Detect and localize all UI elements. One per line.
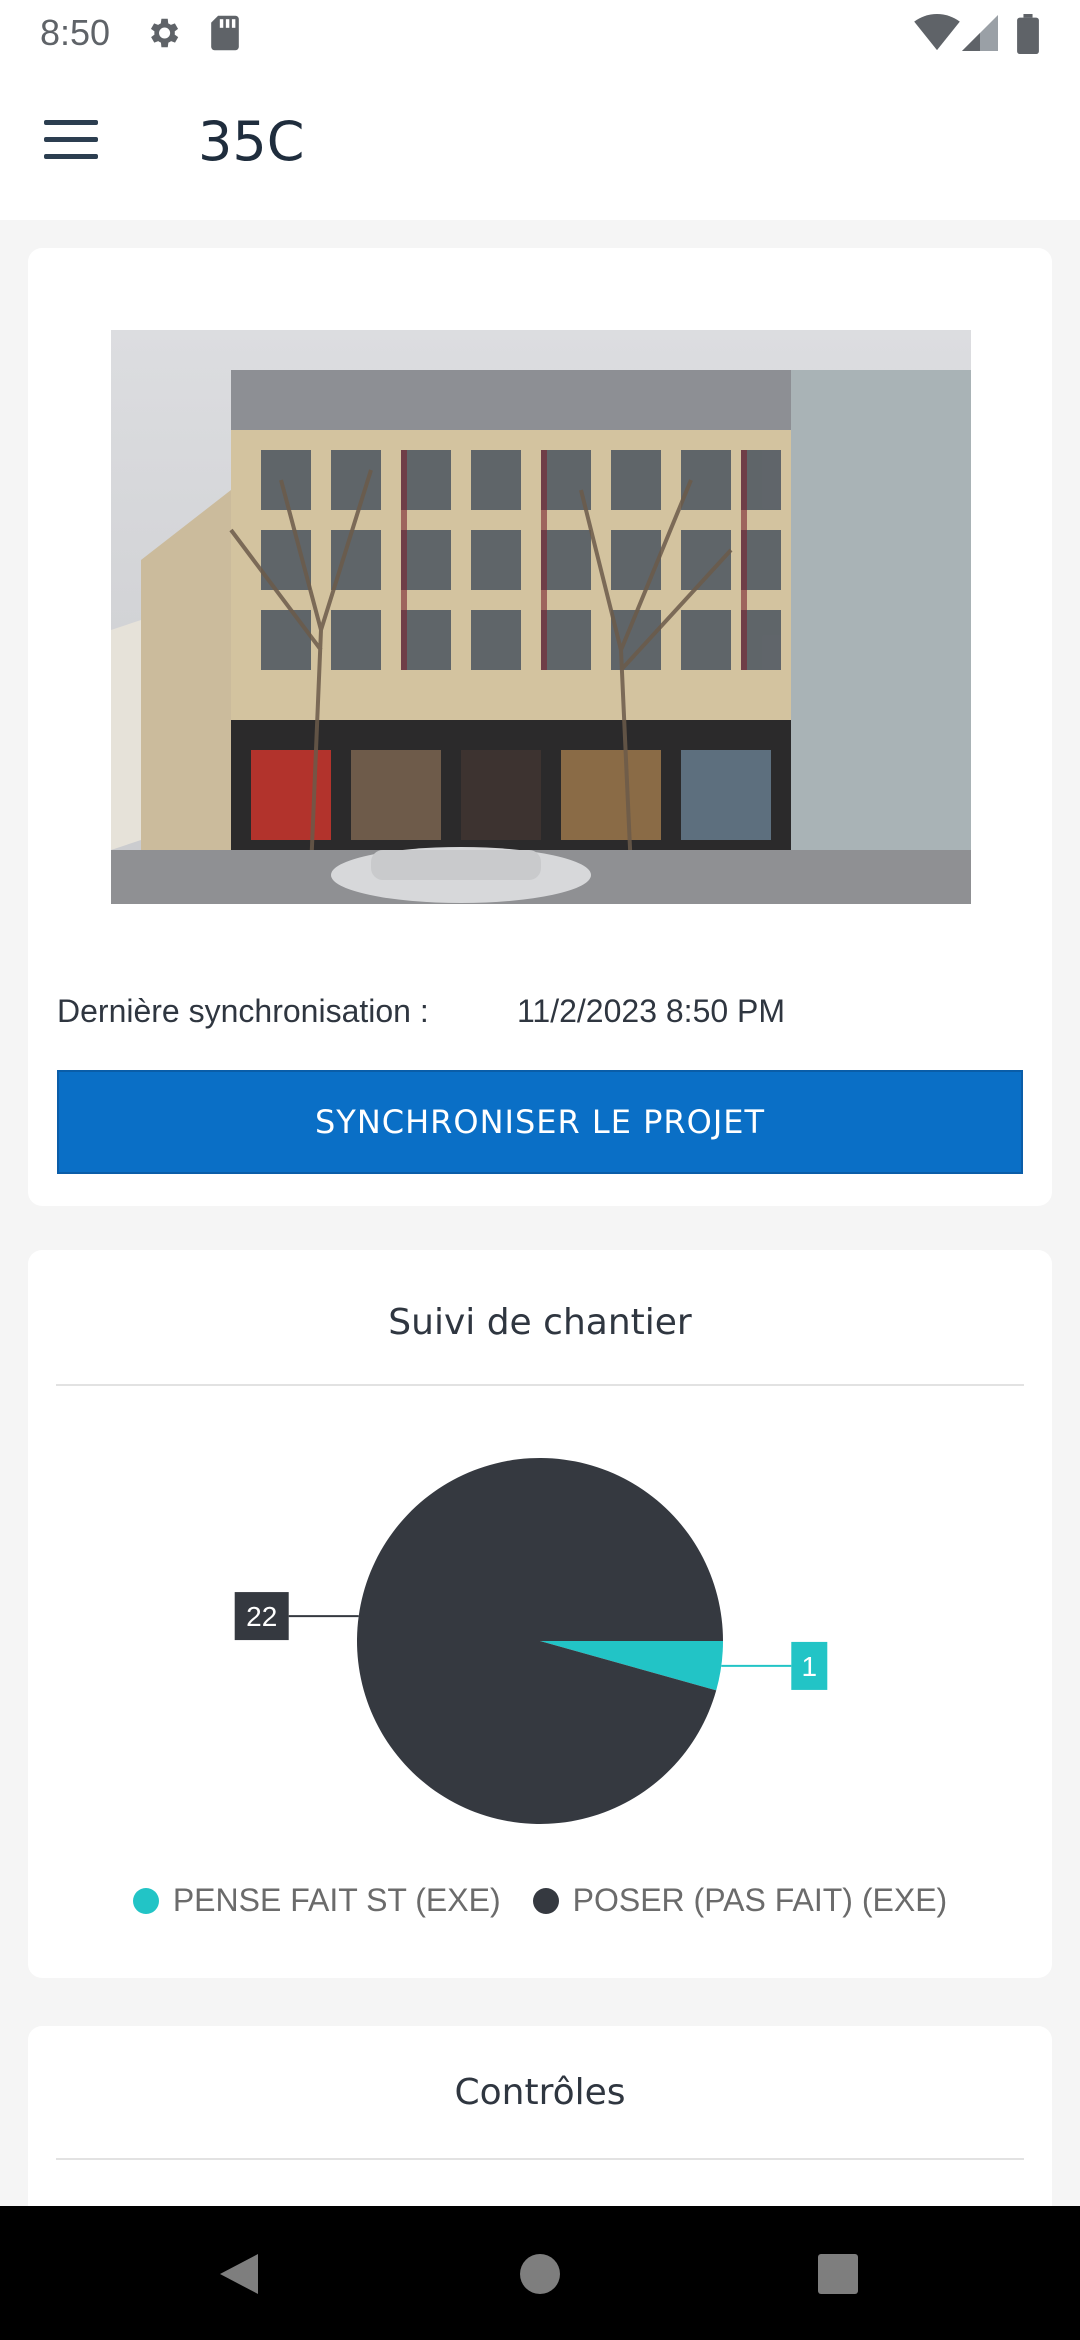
signal-icon (962, 15, 998, 51)
sd-card-icon (211, 15, 239, 51)
recents-icon[interactable] (818, 2254, 858, 2294)
hamburger-menu-icon[interactable] (44, 120, 104, 166)
project-photo (111, 330, 971, 904)
battery-icon (1017, 14, 1039, 54)
pie-slice-1[interactable] (356, 1458, 723, 1824)
gear-icon (150, 18, 179, 48)
legend-item-0[interactable]: PENSE FAIT ST (EXE) (132, 1882, 501, 1919)
navigation-bar (0, 2206, 1080, 2340)
section-title: Contrôles (454, 2072, 626, 2113)
page-title: 35C (198, 110, 305, 173)
site-tracking-card: Suivi de chantier 1 22 PENSE FAIT ST (EXE… (28, 1250, 1052, 1978)
status-time: 8:50 (40, 12, 111, 53)
back-icon[interactable] (218, 2252, 260, 2296)
wifi-icon (914, 14, 960, 51)
home-icon[interactable] (518, 2252, 562, 2296)
pie-chart: 1 22 (234, 1458, 828, 1824)
project-card: Dernière synchronisation : 11/2/2023 8:5… (28, 248, 1052, 1206)
sync-project-button[interactable]: SYNCHRONISER LE PROJET (57, 1070, 1023, 1174)
legend-item-1[interactable]: POSER (PAS FAIT) (EXE) (532, 1882, 948, 1919)
pie-data-label-1: 22 (246, 1601, 277, 1632)
pie-data-label-0: 1 (802, 1651, 818, 1682)
status-bar: 8:50 (0, 0, 1080, 66)
sync-timestamp: 11/2/2023 8:50 PM (517, 993, 786, 1029)
legend-label: PENSE FAIT ST (EXE) (172, 1882, 501, 1918)
legend-marker-icon (532, 1887, 559, 1914)
legend-marker-icon (132, 1887, 159, 1914)
divider (56, 2158, 1024, 2160)
sync-label: Dernière synchronisation : (57, 993, 429, 1029)
legend-label: POSER (PAS FAIT) (EXE) (572, 1882, 948, 1918)
app-bar: 35C (0, 66, 1080, 220)
chart-legend: PENSE FAIT ST (EXE) POSER (PAS FAIT) (EXE… (28, 1882, 1052, 1922)
